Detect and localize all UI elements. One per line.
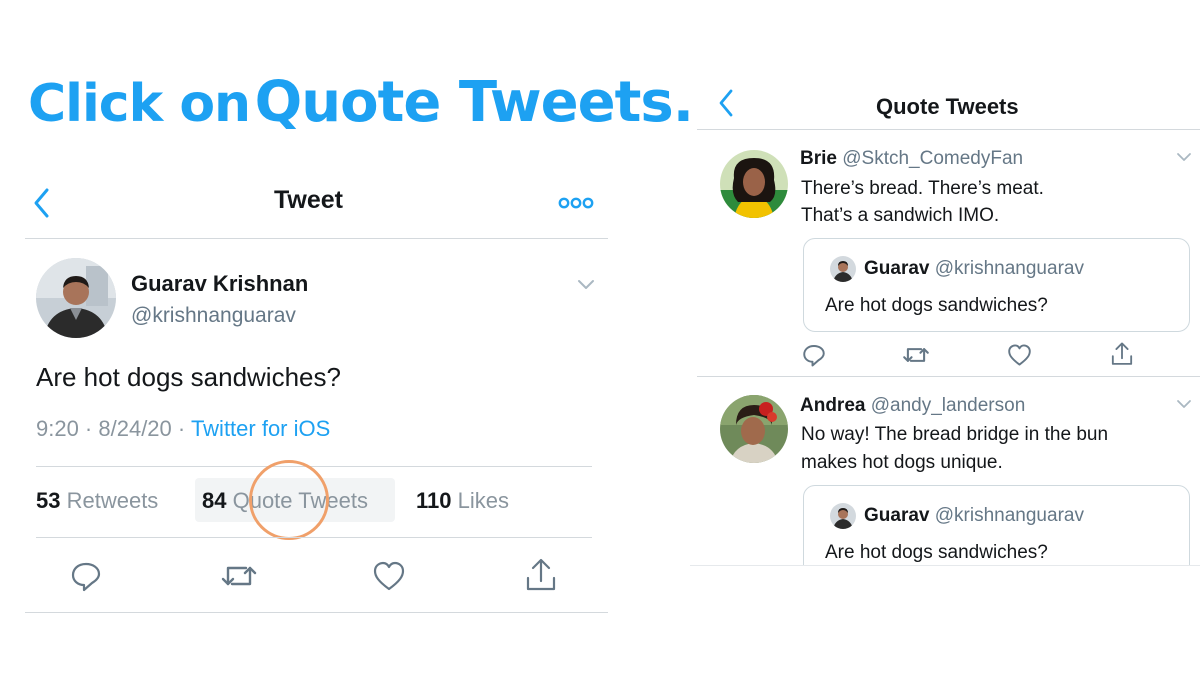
- avatar[interactable]: [720, 150, 788, 218]
- more-icon: [558, 197, 594, 209]
- likes-label: Likes: [451, 488, 509, 513]
- retweet-icon: [903, 348, 929, 362]
- quoted-author-handle: @krishnanguarav: [934, 258, 1084, 279]
- meta-divider: [36, 466, 592, 467]
- quote-tweets-title: Quote Tweets: [876, 94, 1019, 119]
- avatar: [830, 256, 856, 282]
- avatar-image: [36, 258, 116, 338]
- headline-part1: Click on: [28, 74, 251, 134]
- bottom-divider: [25, 612, 608, 613]
- quoted-tweet-card[interactable]: Guarav @krishnanguarav Are hot dogs sand…: [803, 485, 1190, 565]
- like-button[interactable]: [372, 560, 406, 592]
- reply-icon: [803, 345, 825, 367]
- quote-text: There’s bread. There’s meat. That’s a sa…: [801, 175, 1044, 229]
- avatar-image: [830, 503, 856, 529]
- quote-header-divider: [697, 129, 1200, 130]
- retweet-button[interactable]: [902, 343, 930, 367]
- retweet-button[interactable]: [220, 560, 258, 592]
- panel-bottom-edge: [690, 565, 1200, 566]
- avatar-image: [830, 256, 856, 282]
- tweet-meta: 9:20 · 8/24/20 · Twitter for iOS: [36, 416, 330, 442]
- quote-text-line: No way! The bread bridge in the bun: [801, 424, 1109, 445]
- tweet-text: Are hot dogs sandwiches?: [36, 362, 341, 392]
- quote-text-line: There’s bread. There’s meat.: [801, 178, 1044, 199]
- retweets-count: 53: [36, 488, 61, 513]
- quoted-author-name: Guarav: [864, 258, 930, 279]
- stats-divider: [36, 537, 592, 538]
- avatar: [830, 503, 856, 529]
- quoted-text: Are hot dogs sandwiches?: [825, 542, 1048, 563]
- quote-author-name: Andrea: [800, 395, 866, 416]
- reply-button[interactable]: [70, 560, 102, 592]
- like-button[interactable]: [1007, 343, 1032, 367]
- retweets-stat[interactable]: 53 Retweets: [36, 488, 158, 514]
- avatar[interactable]: [720, 395, 788, 463]
- quoted-author-handle: @krishnanguarav: [934, 505, 1084, 526]
- chevron-left-icon: [34, 188, 49, 218]
- author-handle[interactable]: @krishnanguarav: [131, 304, 296, 328]
- share-icon: [526, 558, 556, 591]
- quoted-author-name: Guarav: [864, 505, 930, 526]
- quoted-text: Are hot dogs sandwiches?: [825, 295, 1048, 316]
- back-button[interactable]: [30, 186, 54, 220]
- tweet-timestamp: 9:20 · 8/24/20 ·: [36, 416, 191, 441]
- quote-tweets-count: 84: [202, 488, 227, 513]
- list-divider: [697, 376, 1200, 377]
- share-button[interactable]: [1110, 341, 1134, 367]
- quote-text-line: That’s a sandwich IMO.: [801, 205, 1000, 226]
- quote-tweets-back-button[interactable]: [716, 88, 738, 118]
- quoted-tweet-card[interactable]: Guarav @krishnanguarav Are hot dogs sand…: [803, 238, 1190, 332]
- quote-text-line: makes hot dogs unique.: [801, 452, 1003, 473]
- heart-icon: [373, 561, 405, 591]
- more-options-button[interactable]: [558, 197, 594, 209]
- quote-author[interactable]: Brie @Sktch_ComedyFan: [800, 148, 1023, 170]
- tweet-menu-button[interactable]: [576, 277, 596, 291]
- heart-icon: [1008, 344, 1031, 366]
- quote-author-handle: @andy_landerson: [870, 395, 1026, 416]
- author-name[interactable]: Guarav Krishnan: [131, 271, 308, 297]
- quoted-author: Guarav @krishnanguarav: [864, 258, 1084, 280]
- quote-author-handle: @Sktch_ComedyFan: [842, 148, 1024, 169]
- tweet-menu-button[interactable]: [1176, 398, 1192, 410]
- chevron-left-icon: [719, 89, 733, 117]
- quoted-tweet-card-clip: Guarav @krishnanguarav Are hot dogs sand…: [803, 485, 1190, 565]
- tweet-menu-button[interactable]: [1176, 151, 1192, 163]
- avatar-image: [720, 150, 788, 218]
- retweets-label: Retweets: [60, 488, 159, 513]
- page-title: Tweet: [274, 186, 343, 214]
- likes-count: 110: [416, 488, 452, 513]
- reply-button[interactable]: [802, 343, 826, 367]
- share-icon: [1111, 342, 1133, 365]
- quote-author-name: Brie: [800, 148, 837, 169]
- headline-part2: Quote Tweets.: [254, 70, 694, 135]
- tap-indicator-circle: [249, 460, 329, 540]
- quote-author[interactable]: Andrea @andy_landerson: [800, 395, 1025, 417]
- header-divider: [25, 238, 608, 239]
- quote-text: No way! The bread bridge in the bun make…: [801, 421, 1108, 477]
- tweet-source-link[interactable]: Twitter for iOS: [191, 416, 330, 441]
- quoted-author: Guarav @krishnanguarav: [864, 505, 1084, 527]
- chevron-down-icon: [578, 280, 594, 289]
- instruction-headline: Click on Quote Tweets.: [28, 70, 694, 135]
- share-button[interactable]: [524, 557, 558, 593]
- chevron-down-icon: [1177, 153, 1191, 161]
- avatar-image: [720, 395, 788, 463]
- likes-stat[interactable]: 110 Likes: [416, 488, 509, 514]
- avatar[interactable]: [36, 258, 116, 338]
- retweet-icon: [221, 566, 257, 586]
- chevron-down-icon: [1177, 400, 1191, 408]
- reply-icon: [71, 562, 101, 592]
